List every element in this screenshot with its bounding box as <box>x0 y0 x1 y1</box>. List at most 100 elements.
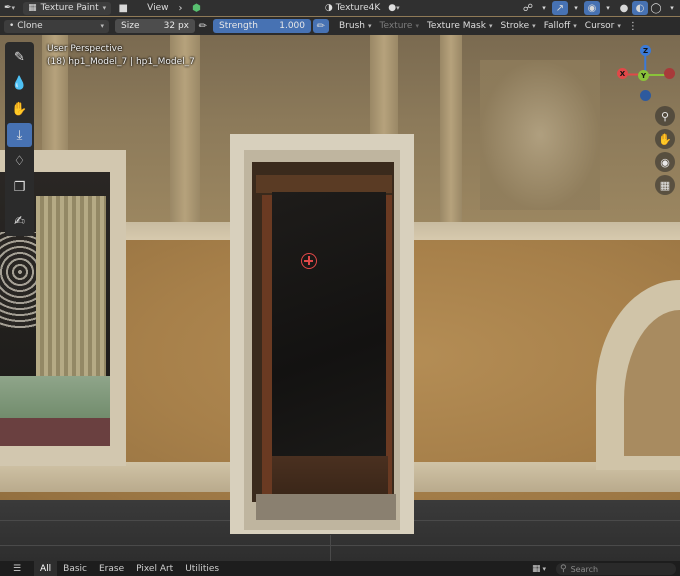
object-label: (18) hp1_Model_7 | hp1_Model_7 <box>47 57 195 67</box>
window-flowerbox <box>0 418 110 446</box>
chevron-down-icon[interactable]: ▾ <box>600 1 616 15</box>
shading-solid-icon[interactable]: ● <box>616 1 632 15</box>
chevron-down-icon: ▾ <box>488 22 493 30</box>
mode-dropdown[interactable]: ▦ Texture Paint ▾ <box>23 1 112 15</box>
menu-icon[interactable]: ⋮ <box>625 19 641 33</box>
brush-editor-icon: ✒ <box>4 3 12 13</box>
slot-icon[interactable]: ■ <box>115 1 131 15</box>
tab-pixel-art[interactable]: Pixel Art <box>130 561 179 576</box>
chevron-down-icon: ▾ <box>367 22 372 30</box>
cursor-menu-label: Cursor <box>584 21 615 31</box>
navigation-buttons: ⚲ ✋ ◉ ▦ <box>655 106 675 195</box>
falloff-menu-label: Falloff <box>543 21 571 31</box>
hamburger-menu-icon[interactable]: ☰ <box>0 561 34 576</box>
shading-rendered-icon[interactable]: ◯ <box>648 1 664 15</box>
shading-material-icon[interactable]: ◐ <box>632 1 648 15</box>
toolbar-divider <box>7 201 32 207</box>
texture-name: Texture4K <box>335 3 381 13</box>
smear-tool-icon[interactable]: ✋ <box>7 97 32 121</box>
3d-viewport[interactable] <box>0 0 680 576</box>
shading-options[interactable]: ● ▾ <box>384 1 403 15</box>
display-options-icon[interactable]: ▦ ▾ <box>526 561 552 576</box>
brush-icon: • <box>9 21 15 31</box>
chevron-down-icon[interactable]: ▾ <box>568 1 584 15</box>
z-axis-handle[interactable]: Z <box>640 45 651 56</box>
chevron-down-icon: ▾ <box>532 22 536 30</box>
perspective-label: User Perspective <box>47 44 123 54</box>
texture-mask-menu[interactable]: Texture Mask ▾ <box>423 19 497 33</box>
door-lintel <box>256 175 392 193</box>
search-input[interactable] <box>570 564 667 574</box>
chevron-down-icon: ▾ <box>100 22 104 30</box>
mask-tool-icon[interactable]: ❐ <box>7 175 32 199</box>
brush-menu-label: Brush <box>339 21 365 31</box>
neg-x-axis-handle[interactable] <box>664 68 675 79</box>
tool-settings-header: • Clone ▾ Size 32 px ✏ Strength 1.000 ✏ … <box>0 17 680 35</box>
draw-tool-icon[interactable]: ✎ <box>7 45 32 69</box>
brush-cursor-icon <box>301 253 317 269</box>
chevron-down-icon: ▾ <box>573 22 577 30</box>
grid-view-icon[interactable]: ▦ <box>655 175 675 195</box>
texture-menu-label: Texture <box>379 21 413 31</box>
tab-utilities[interactable]: Utilities <box>179 561 225 576</box>
brush-selector[interactable]: • Clone ▾ <box>4 19 109 33</box>
pan-hand-icon[interactable]: ✋ <box>655 129 675 149</box>
x-axis-handle[interactable]: X <box>617 68 628 79</box>
viewport-info: User Perspective (18) hp1_Model_7 | hp1_… <box>47 43 195 69</box>
mode-label: Texture Paint <box>40 3 99 13</box>
object-data-icon: ⬢ <box>192 2 201 14</box>
pilaster <box>440 34 462 224</box>
door-threshold <box>272 456 388 496</box>
cursor-menu[interactable]: Cursor ▾ <box>581 19 625 33</box>
overlay-icon[interactable]: ◉ <box>584 1 600 15</box>
strength-field[interactable]: Strength 1.000 <box>213 19 311 33</box>
snap-icon[interactable]: ↗ <box>552 1 568 15</box>
fill-tool-icon[interactable]: ♢ <box>7 149 32 173</box>
texture-paint-icon: ▦ <box>28 3 37 13</box>
soften-tool-icon[interactable]: 💧 <box>7 71 32 95</box>
stroke-menu-label: Stroke <box>500 21 530 31</box>
size-value: 32 px <box>163 21 189 31</box>
texture-menu[interactable]: Texture ▾ <box>376 19 423 33</box>
pressure-size-icon[interactable]: ✏ <box>195 19 211 33</box>
editor-type-button[interactable]: ✒ ▾ <box>0 1 19 15</box>
y-axis-handle[interactable]: Y <box>638 70 649 81</box>
view-menu[interactable]: View <box>143 1 172 15</box>
door-interior <box>272 192 386 458</box>
annotate-tool-icon[interactable]: ✍ <box>7 209 32 233</box>
chevron-right-icon: › <box>178 2 183 14</box>
search-icon: ⚲ <box>560 564 567 574</box>
wall-relief <box>480 60 600 210</box>
tab-all[interactable]: All <box>34 561 58 576</box>
size-field[interactable]: Size 32 px <box>115 19 195 33</box>
chevron-down-icon: ▾ <box>102 4 107 12</box>
viewport-header: ✒ ▾ ▦ Texture Paint ▾ ■ View › ⬢ ◑ Textu… <box>0 0 680 16</box>
camera-view-icon[interactable]: ◉ <box>655 152 675 172</box>
record-icon: ● <box>388 3 397 13</box>
chevron-down-icon: ▾ <box>396 4 400 12</box>
zoom-icon[interactable]: ⚲ <box>655 106 675 126</box>
neg-z-axis-handle[interactable] <box>640 90 651 101</box>
chevron-down-icon: ▾ <box>617 22 621 30</box>
texture-mask-label: Texture Mask <box>426 21 486 31</box>
shelf-search[interactable]: ⚲ <box>556 563 676 575</box>
y-axis-label: Y <box>640 71 647 80</box>
stroke-menu[interactable]: Stroke ▾ <box>496 19 539 33</box>
strength-value: 1.000 <box>279 21 305 31</box>
falloff-menu[interactable]: Falloff ▾ <box>540 19 581 33</box>
window-sill <box>0 376 110 422</box>
tab-basic[interactable]: Basic <box>57 561 93 576</box>
navigation-gizmo[interactable]: Z X Y <box>612 42 678 106</box>
texture-icon: ◑ <box>324 3 333 13</box>
orientation-icon[interactable]: ☍ <box>520 1 536 15</box>
brush-menu[interactable]: Brush ▾ <box>335 19 376 33</box>
window-curtain <box>36 196 106 376</box>
texture-selector[interactable]: ◑ Texture4K <box>321 1 384 15</box>
x-axis-label: X <box>619 69 626 78</box>
tab-erase[interactable]: Erase <box>93 561 130 576</box>
tool-shelf: ✎ 💧 ✋ ⤓ ♢ ❐ ✍ <box>5 42 34 236</box>
clone-tool-icon[interactable]: ⤓ <box>7 123 32 147</box>
chevron-down-icon[interactable]: ▾ <box>536 1 552 15</box>
pressure-strength-icon[interactable]: ✏ <box>313 19 329 33</box>
chevron-down-icon[interactable]: ▾ <box>664 1 680 15</box>
